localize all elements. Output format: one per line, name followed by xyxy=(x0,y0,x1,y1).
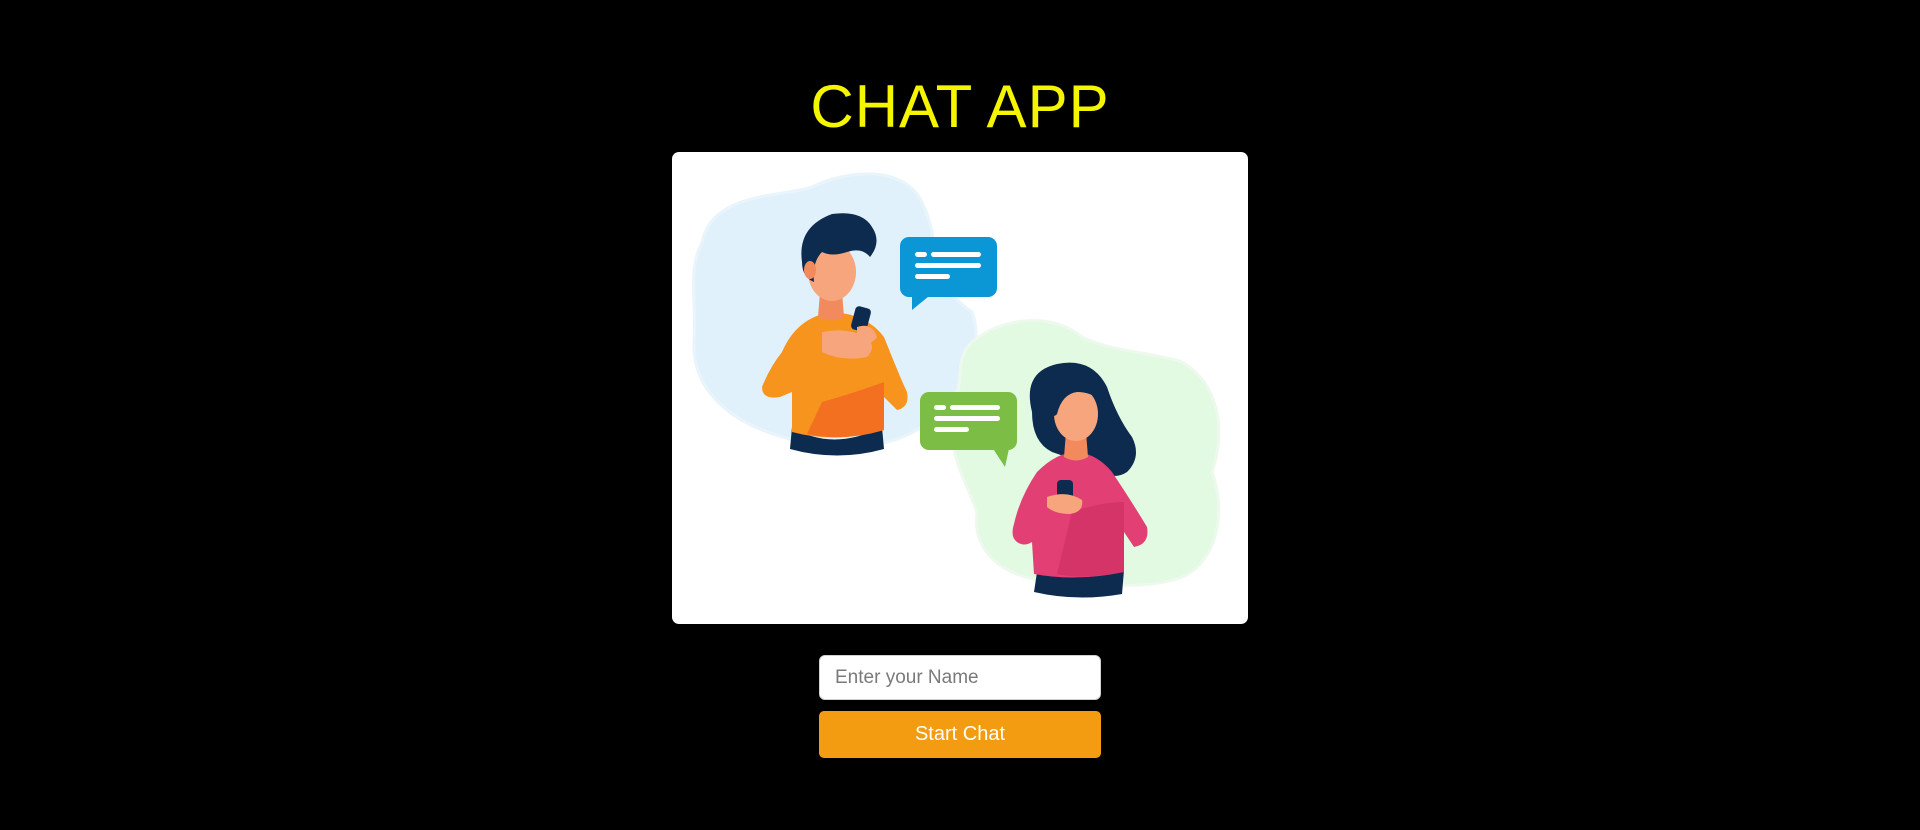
illustration-card xyxy=(672,152,1248,624)
name-input[interactable] xyxy=(819,655,1101,700)
chat-people-illustration xyxy=(691,172,1221,598)
page-title: CHAT APP xyxy=(810,73,1110,140)
chat-app-page: CHAT APP Enter your Name Start Chat xyxy=(0,0,1920,830)
start-chat-button[interactable]: Start Chat xyxy=(819,711,1101,758)
